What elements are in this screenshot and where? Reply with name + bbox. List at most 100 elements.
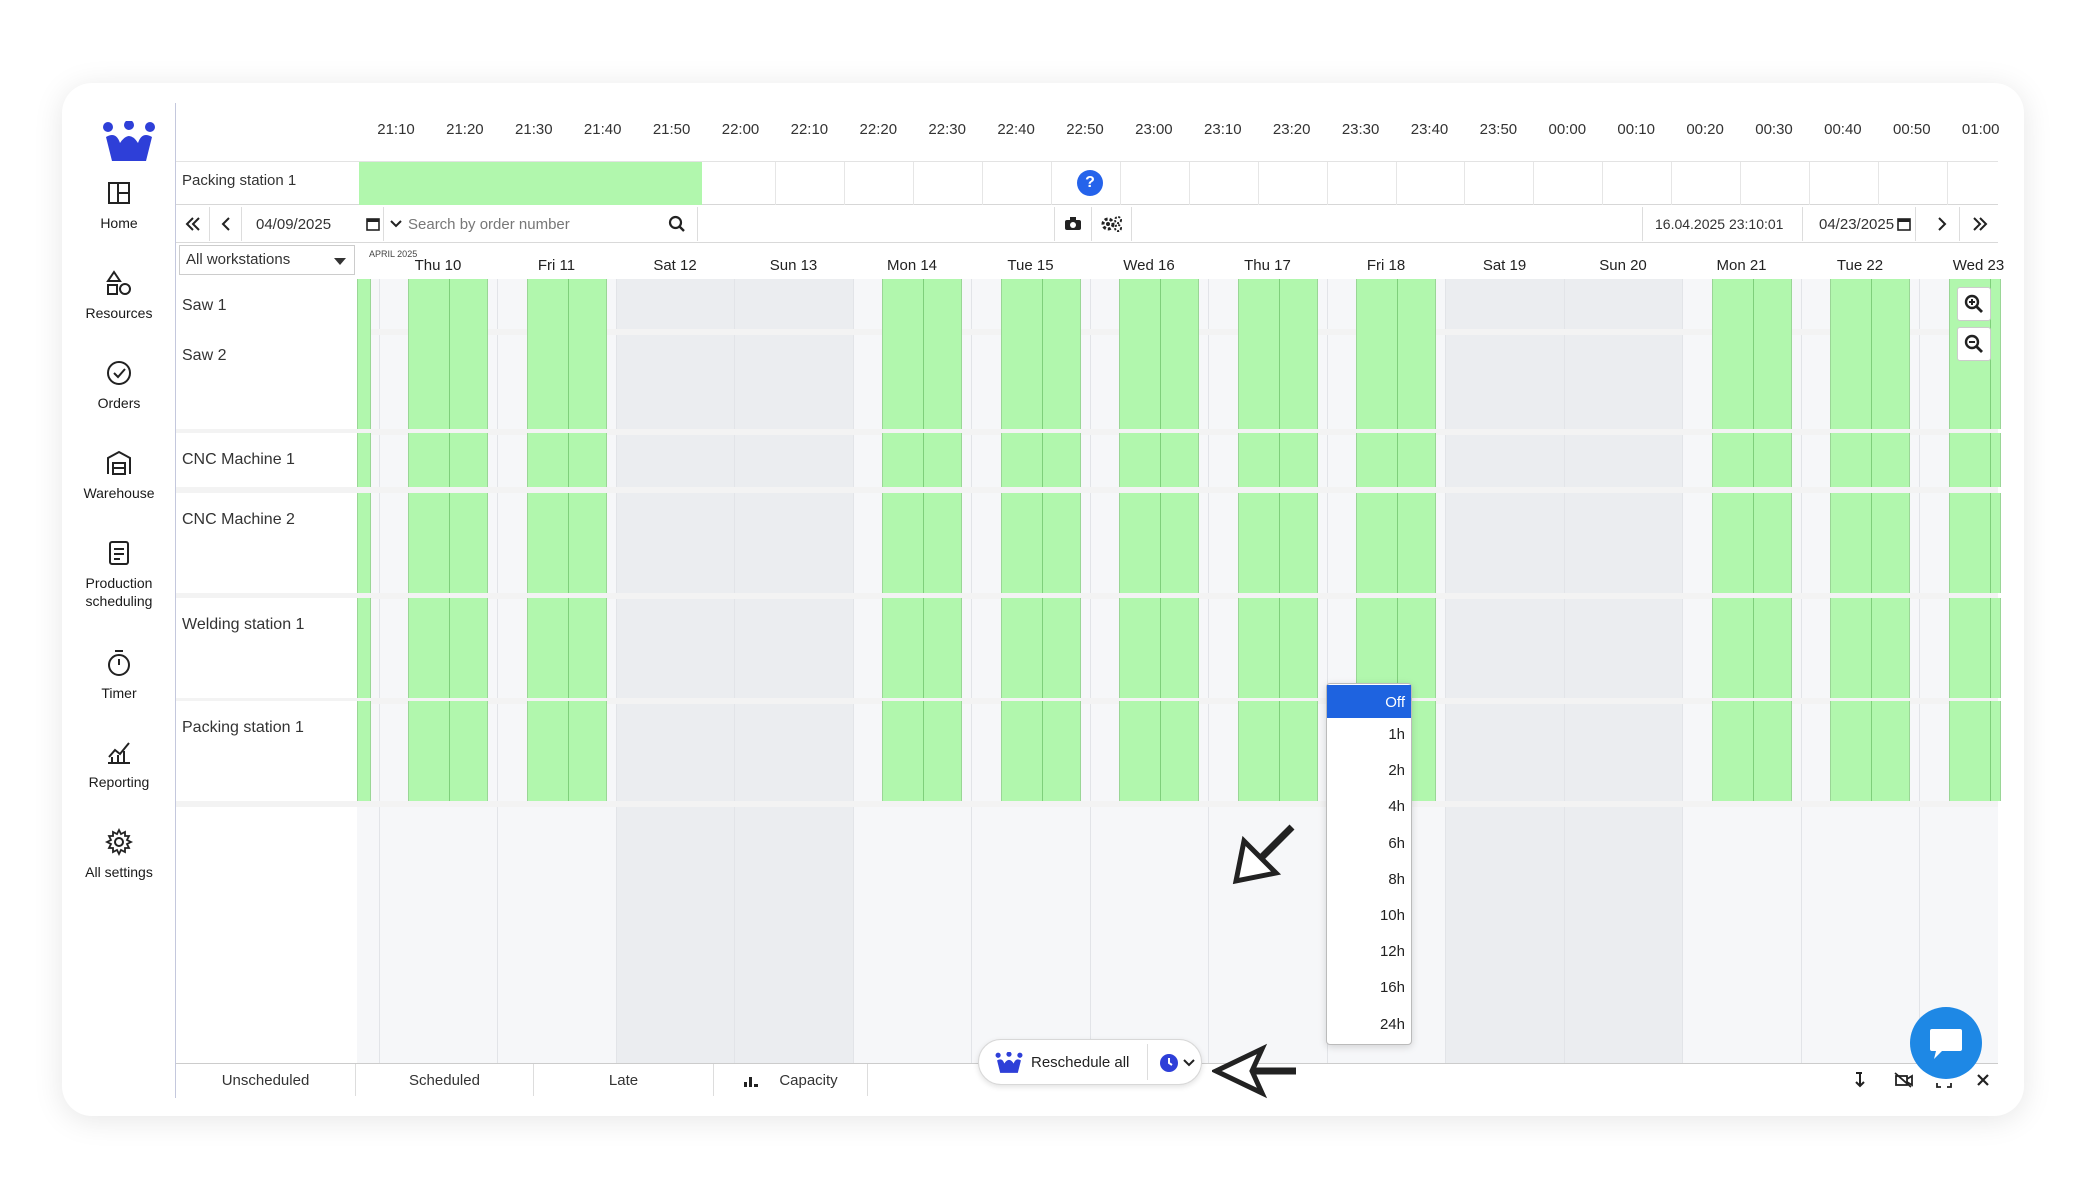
availability-block[interactable] xyxy=(1830,701,1910,801)
availability-block[interactable] xyxy=(882,279,962,329)
availability-block[interactable] xyxy=(1711,279,1792,329)
availability-block[interactable] xyxy=(408,493,488,593)
availability-block[interactable] xyxy=(1237,701,1318,801)
availability-block[interactable] xyxy=(357,279,371,329)
interval-option[interactable]: 12h xyxy=(1380,943,1405,960)
availability-block[interactable] xyxy=(1830,493,1910,593)
interval-option[interactable]: 1h xyxy=(1388,726,1405,743)
availability-block[interactable] xyxy=(1119,279,1199,329)
reschedule-all-button[interactable]: Reschedule all xyxy=(1031,1054,1129,1071)
workstation-label[interactable]: Saw 1 xyxy=(182,297,226,315)
availability-block[interactable] xyxy=(1237,433,1318,487)
nav-reporting[interactable]: Reporting xyxy=(62,737,176,791)
availability-block[interactable] xyxy=(1711,701,1792,801)
availability-block[interactable] xyxy=(1356,493,1436,593)
availability-block[interactable] xyxy=(1948,433,2001,487)
start-date-field[interactable]: 04/09/2025 xyxy=(256,207,366,241)
availability-block[interactable] xyxy=(882,701,962,801)
availability-block[interactable] xyxy=(408,598,488,698)
availability-block[interactable] xyxy=(526,279,607,329)
availability-block[interactable] xyxy=(1948,598,2001,698)
availability-block[interactable] xyxy=(1830,598,1910,698)
availability-block[interactable] xyxy=(1711,433,1792,487)
availability-block[interactable] xyxy=(1237,493,1318,593)
settings-gears-icon[interactable] xyxy=(1092,207,1132,241)
availability-block[interactable] xyxy=(1830,433,1910,487)
nav-timer[interactable]: Timer xyxy=(62,648,176,702)
chevron-down-icon[interactable] xyxy=(1183,1059,1195,1067)
availability-block[interactable] xyxy=(526,493,607,593)
availability-block[interactable] xyxy=(408,329,488,429)
availability-block[interactable] xyxy=(1119,329,1199,429)
interval-option[interactable]: 2h xyxy=(1388,762,1405,779)
availability-block[interactable] xyxy=(357,701,371,801)
available-block[interactable] xyxy=(359,162,702,205)
nav-warehouse[interactable]: Warehouse xyxy=(62,448,176,502)
availability-block[interactable] xyxy=(1000,433,1081,487)
availability-block[interactable] xyxy=(1356,433,1436,487)
availability-block[interactable] xyxy=(526,701,607,801)
nav-production-scheduling[interactable]: Production scheduling xyxy=(62,526,176,610)
last-page-button[interactable] xyxy=(1962,207,1998,241)
workstation-filter[interactable]: All workstations xyxy=(179,245,355,275)
interval-option[interactable]: 4h xyxy=(1388,798,1405,815)
availability-block[interactable] xyxy=(1830,329,1910,429)
availability-block[interactable] xyxy=(357,433,371,487)
first-page-button[interactable] xyxy=(176,207,210,241)
availability-block[interactable] xyxy=(1000,329,1081,429)
zoom-in-button[interactable] xyxy=(1957,287,1991,321)
workstation-label[interactable]: Saw 2 xyxy=(182,347,226,365)
availability-block[interactable] xyxy=(1711,493,1792,593)
workstation-label[interactable]: CNC Machine 2 xyxy=(182,511,295,529)
availability-block[interactable] xyxy=(882,329,962,429)
search-icon[interactable] xyxy=(668,215,686,233)
availability-block[interactable] xyxy=(1356,329,1436,429)
calendar-icon[interactable] xyxy=(362,207,384,241)
end-date-field[interactable]: 04/23/2025 xyxy=(1802,207,1894,241)
workstation-label[interactable]: Welding station 1 xyxy=(182,616,304,634)
availability-block[interactable] xyxy=(1119,493,1199,593)
availability-block[interactable] xyxy=(526,329,607,429)
clock-icon[interactable] xyxy=(1159,1053,1179,1073)
nav-orders[interactable]: Orders xyxy=(62,358,176,412)
nav-all-settings[interactable]: All settings xyxy=(62,827,176,881)
availability-block[interactable] xyxy=(1000,598,1081,698)
workstation-label[interactable]: CNC Machine 1 xyxy=(182,451,295,469)
help-icon[interactable]: ? xyxy=(1077,170,1103,196)
availability-block[interactable] xyxy=(1237,598,1318,698)
availability-block[interactable] xyxy=(408,279,488,329)
video-off-icon[interactable] xyxy=(1894,1072,1914,1088)
availability-block[interactable] xyxy=(526,598,607,698)
chevron-down-icon[interactable] xyxy=(388,207,404,241)
next-button[interactable] xyxy=(1924,207,1960,241)
availability-block[interactable] xyxy=(1119,433,1199,487)
availability-block[interactable] xyxy=(882,433,962,487)
interval-option[interactable]: 24h xyxy=(1380,1016,1405,1033)
availability-block[interactable] xyxy=(1119,701,1199,801)
interval-option[interactable]: 6h xyxy=(1388,835,1405,852)
camera-icon[interactable] xyxy=(1054,207,1092,241)
availability-block[interactable] xyxy=(1356,279,1436,329)
nav-resources[interactable]: Resources xyxy=(62,268,176,322)
availability-block[interactable] xyxy=(1237,329,1318,429)
availability-block[interactable] xyxy=(882,493,962,593)
availability-block[interactable] xyxy=(1948,701,2001,801)
tab-unscheduled[interactable]: Unscheduled xyxy=(176,1064,356,1096)
availability-block[interactable] xyxy=(1830,279,1910,329)
tab-capacity[interactable]: Capacity xyxy=(714,1064,868,1096)
availability-block[interactable] xyxy=(1000,701,1081,801)
close-icon[interactable] xyxy=(1976,1073,1990,1087)
interval-option[interactable]: 10h xyxy=(1380,907,1405,924)
availability-block[interactable] xyxy=(1000,493,1081,593)
availability-block[interactable] xyxy=(1948,493,2001,593)
end-calendar-icon[interactable] xyxy=(1892,207,1916,241)
availability-block[interactable] xyxy=(882,598,962,698)
prev-button[interactable] xyxy=(210,207,242,241)
interval-option[interactable]: 8h xyxy=(1388,871,1405,888)
availability-block[interactable] xyxy=(526,433,607,487)
availability-block[interactable] xyxy=(1711,329,1792,429)
availability-block[interactable] xyxy=(1237,279,1318,329)
availability-block[interactable] xyxy=(1000,279,1081,329)
tab-scheduled[interactable]: Scheduled xyxy=(356,1064,534,1096)
availability-block[interactable] xyxy=(1119,598,1199,698)
